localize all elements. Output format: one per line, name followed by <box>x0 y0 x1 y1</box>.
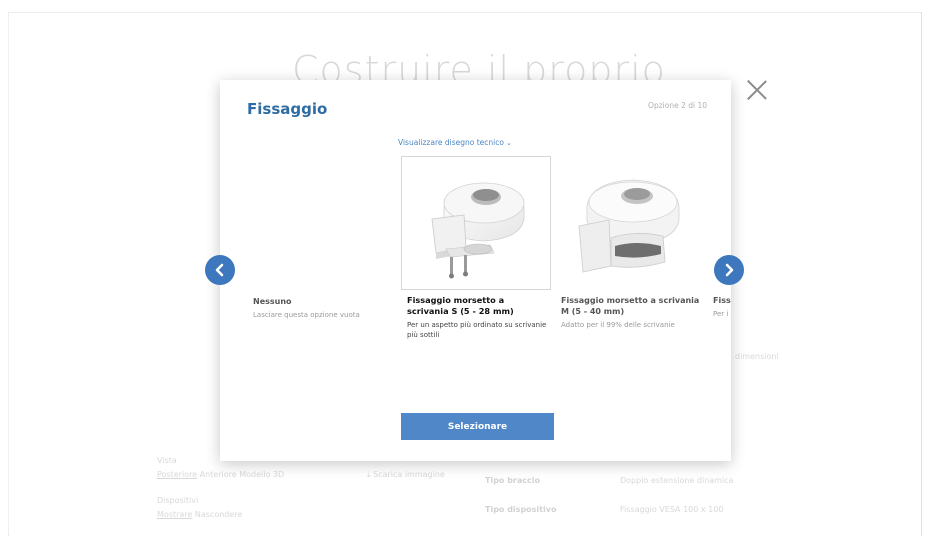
option-partial[interactable]: Fiss scri Per i supe <box>713 295 731 319</box>
select-button[interactable]: Selezionare <box>401 413 554 440</box>
technical-drawing-label: Visualizzare disegno tecnico <box>398 138 504 147</box>
option-none[interactable]: Nessuno Lasciare questa opzione vuota <box>253 296 388 320</box>
option-title: Fissaggio morsetto a scrivania S (5 - 28… <box>407 295 514 316</box>
chevron-left-icon <box>215 263 224 277</box>
chevron-down-icon: ⌄ <box>505 139 512 147</box>
clamp-m-illustration <box>578 179 680 273</box>
option-description: Per i supe <box>713 310 731 318</box>
modal-title: Fissaggio <box>247 100 328 118</box>
chevron-right-icon <box>725 263 734 277</box>
option-description: Lasciare questa opzione vuota <box>253 311 360 319</box>
option-counter: Opzione 2 di 10 <box>648 101 707 110</box>
close-icon[interactable] <box>745 78 769 102</box>
option-title: Nessuno <box>253 297 292 306</box>
next-option-button[interactable] <box>714 255 744 285</box>
option-description: Per un aspetto più ordinato su scrivanie… <box>407 321 547 339</box>
technical-drawing-link[interactable]: Visualizzare disegno tecnico ⌄ <box>398 138 512 147</box>
option-image-clamp-m[interactable] <box>561 158 701 288</box>
option-image-clamp-s[interactable] <box>401 156 551 290</box>
option-description: Adatto per il 99% delle scrivanie <box>561 321 675 329</box>
option-title: Fiss scri <box>713 296 731 305</box>
option-modal: Fissaggio Opzione 2 di 10 Visualizzare d… <box>220 80 731 461</box>
clamp-s-illustration <box>431 182 525 279</box>
option-clamp-s[interactable]: Fissaggio morsetto a scrivania S (5 - 28… <box>407 295 547 340</box>
option-clamp-m[interactable]: Fissaggio morsetto a scrivania M (5 - 40… <box>561 295 706 330</box>
previous-option-button[interactable] <box>205 255 235 285</box>
option-title: Fissaggio morsetto a scrivania M (5 - 40… <box>561 296 700 316</box>
